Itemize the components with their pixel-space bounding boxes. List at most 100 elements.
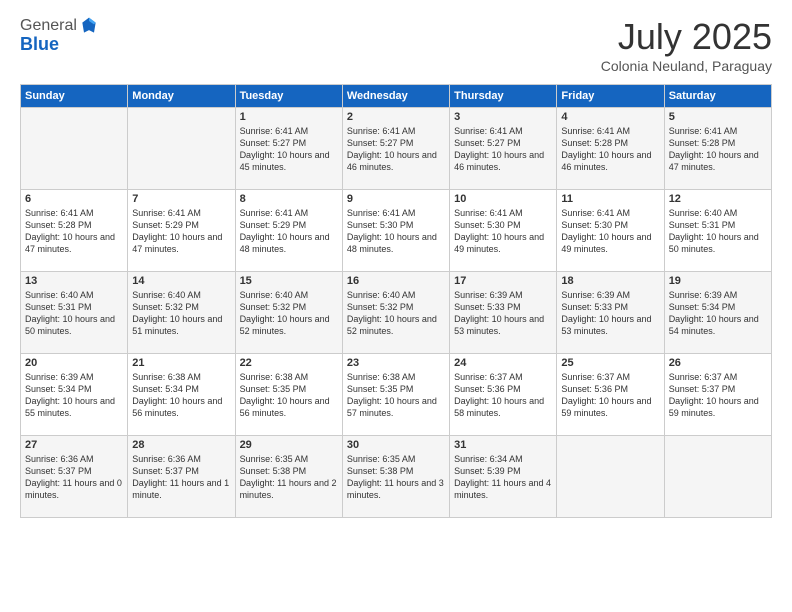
day-number: 13: [25, 275, 123, 287]
cell-text: Sunrise: 6:41 AMSunset: 5:27 PMDaylight:…: [347, 125, 445, 174]
calendar-cell: 20Sunrise: 6:39 AMSunset: 5:34 PMDayligh…: [21, 354, 128, 436]
week-row-3: 13Sunrise: 6:40 AMSunset: 5:31 PMDayligh…: [21, 272, 772, 354]
cell-text: Sunrise: 6:41 AMSunset: 5:30 PMDaylight:…: [454, 207, 552, 256]
calendar-cell: 13Sunrise: 6:40 AMSunset: 5:31 PMDayligh…: [21, 272, 128, 354]
cell-text: Sunrise: 6:35 AMSunset: 5:38 PMDaylight:…: [347, 453, 445, 502]
header: General Blue July 2025 Colonia Neuland, …: [20, 16, 772, 74]
cell-text: Sunrise: 6:41 AMSunset: 5:29 PMDaylight:…: [132, 207, 230, 256]
calendar-cell: 9 Sunrise: 6:41 AMSunset: 5:30 PMDaylight…: [342, 190, 449, 272]
calendar-cell: 22 Sunrise: 6:38 AMSunset: 5:35 PMDayligh…: [235, 354, 342, 436]
calendar-cell: 23 Sunrise: 6:38 AMSunset: 5:35 PMDayligh…: [342, 354, 449, 436]
calendar-cell: 14Sunrise: 6:40 AMSunset: 5:32 PMDayligh…: [128, 272, 235, 354]
calendar-cell: 11 Sunrise: 6:41 AMSunset: 5:30 PMDayligh…: [557, 190, 664, 272]
day-number: 7: [132, 193, 230, 205]
day-number: 11: [561, 193, 659, 205]
page: General Blue July 2025 Colonia Neuland, …: [0, 0, 792, 612]
week-row-2: 6 Sunrise: 6:41 AMSunset: 5:28 PMDaylight…: [21, 190, 772, 272]
calendar-cell: [21, 108, 128, 190]
cell-text: Sunrise: 6:41 AMSunset: 5:29 PMDaylight:…: [240, 207, 338, 256]
calendar-cell: 4Sunrise: 6:41 AMSunset: 5:28 PMDaylight…: [557, 108, 664, 190]
calendar-cell: 27 Sunrise: 6:36 AMSunset: 5:37 PMDayligh…: [21, 436, 128, 518]
logo-blue-text: Blue: [20, 34, 99, 55]
cell-text: Sunrise: 6:40 AMSunset: 5:31 PMDaylight:…: [669, 207, 767, 256]
cell-text: Sunrise: 6:38 AMSunset: 5:35 PMDaylight:…: [347, 371, 445, 420]
day-header-wednesday: Wednesday: [342, 85, 449, 108]
calendar-cell: [128, 108, 235, 190]
logo-general-text: General: [20, 17, 77, 35]
cell-text: Sunrise: 6:36 AMSunset: 5:37 PMDaylight:…: [25, 453, 123, 502]
calendar-cell: 8 Sunrise: 6:41 AMSunset: 5:29 PMDaylight…: [235, 190, 342, 272]
logo: General Blue: [20, 16, 99, 55]
cell-text: Sunrise: 6:41 AMSunset: 5:28 PMDaylight:…: [25, 207, 123, 256]
week-row-4: 20Sunrise: 6:39 AMSunset: 5:34 PMDayligh…: [21, 354, 772, 436]
cell-text: Sunrise: 6:41 AMSunset: 5:30 PMDaylight:…: [347, 207, 445, 256]
day-number: 31: [454, 439, 552, 451]
calendar-cell: 10 Sunrise: 6:41 AMSunset: 5:30 PMDayligh…: [450, 190, 557, 272]
calendar-cell: 17Sunrise: 6:39 AMSunset: 5:33 PMDayligh…: [450, 272, 557, 354]
calendar-cell: 19 Sunrise: 6:39 AMSunset: 5:34 PMDayligh…: [664, 272, 771, 354]
subtitle: Colonia Neuland, Paraguay: [601, 58, 772, 74]
calendar-table: SundayMondayTuesdayWednesdayThursdayFrid…: [20, 84, 772, 518]
day-header-thursday: Thursday: [450, 85, 557, 108]
day-number: 3: [454, 111, 552, 123]
day-header-friday: Friday: [557, 85, 664, 108]
day-number: 16: [347, 275, 445, 287]
day-number: 2: [347, 111, 445, 123]
week-row-5: 27 Sunrise: 6:36 AMSunset: 5:37 PMDayligh…: [21, 436, 772, 518]
day-number: 15: [240, 275, 338, 287]
day-number: 28: [132, 439, 230, 451]
calendar-cell: 30 Sunrise: 6:35 AMSunset: 5:38 PMDayligh…: [342, 436, 449, 518]
day-number: 27: [25, 439, 123, 451]
day-number: 6: [25, 193, 123, 205]
cell-text: Sunrise: 6:39 AMSunset: 5:34 PMDaylight:…: [25, 371, 123, 420]
calendar-cell: [557, 436, 664, 518]
day-number: 8: [240, 193, 338, 205]
cell-text: Sunrise: 6:41 AMSunset: 5:30 PMDaylight:…: [561, 207, 659, 256]
day-number: 5: [669, 111, 767, 123]
calendar-cell: 12 Sunrise: 6:40 AMSunset: 5:31 PMDayligh…: [664, 190, 771, 272]
logo-icon: [79, 16, 99, 36]
calendar-cell: 16 Sunrise: 6:40 AMSunset: 5:32 PMDayligh…: [342, 272, 449, 354]
day-number: 29: [240, 439, 338, 451]
day-header-sunday: Sunday: [21, 85, 128, 108]
day-number: 30: [347, 439, 445, 451]
day-number: 18: [561, 275, 659, 287]
day-number: 10: [454, 193, 552, 205]
cell-text: Sunrise: 6:38 AMSunset: 5:34 PMDaylight:…: [132, 371, 230, 420]
day-number: 24: [454, 357, 552, 369]
cell-text: Sunrise: 6:40 AMSunset: 5:32 PMDaylight:…: [347, 289, 445, 338]
day-number: 23: [347, 357, 445, 369]
day-number: 4: [561, 111, 659, 123]
day-number: 19: [669, 275, 767, 287]
cell-text: Sunrise: 6:37 AMSunset: 5:37 PMDaylight:…: [669, 371, 767, 420]
day-number: 22: [240, 357, 338, 369]
week-row-1: 1 Sunrise: 6:41 AMSunset: 5:27 PMDaylight…: [21, 108, 772, 190]
calendar-cell: 25Sunrise: 6:37 AMSunset: 5:36 PMDayligh…: [557, 354, 664, 436]
cell-text: Sunrise: 6:40 AMSunset: 5:32 PMDaylight:…: [240, 289, 338, 338]
day-number: 21: [132, 357, 230, 369]
day-header-monday: Monday: [128, 85, 235, 108]
calendar-cell: 2 Sunrise: 6:41 AMSunset: 5:27 PMDaylight…: [342, 108, 449, 190]
cell-text: Sunrise: 6:37 AMSunset: 5:36 PMDaylight:…: [454, 371, 552, 420]
calendar-cell: 1Sunrise: 6:41 AMSunset: 5:27 PMDaylight…: [235, 108, 342, 190]
cell-text: Sunrise: 6:38 AMSunset: 5:35 PMDaylight:…: [240, 371, 338, 420]
calendar-cell: 7 Sunrise: 6:41 AMSunset: 5:29 PMDaylight…: [128, 190, 235, 272]
day-number: 12: [669, 193, 767, 205]
calendar-cell: 21 Sunrise: 6:38 AMSunset: 5:34 PMDayligh…: [128, 354, 235, 436]
cell-text: Sunrise: 6:39 AMSunset: 5:34 PMDaylight:…: [669, 289, 767, 338]
calendar-cell: 3Sunrise: 6:41 AMSunset: 5:27 PMDaylight…: [450, 108, 557, 190]
calendar-cell: 18 Sunrise: 6:39 AMSunset: 5:33 PMDayligh…: [557, 272, 664, 354]
day-header-tuesday: Tuesday: [235, 85, 342, 108]
month-title: July 2025: [601, 16, 772, 58]
cell-text: Sunrise: 6:41 AMSunset: 5:28 PMDaylight:…: [669, 125, 767, 174]
calendar-cell: 5 Sunrise: 6:41 AMSunset: 5:28 PMDaylight…: [664, 108, 771, 190]
calendar-cell: 15 Sunrise: 6:40 AMSunset: 5:32 PMDayligh…: [235, 272, 342, 354]
calendar-cell: 26Sunrise: 6:37 AMSunset: 5:37 PMDayligh…: [664, 354, 771, 436]
calendar-cell: 24 Sunrise: 6:37 AMSunset: 5:36 PMDayligh…: [450, 354, 557, 436]
day-number: 25: [561, 357, 659, 369]
day-number: 1: [240, 111, 338, 123]
cell-text: Sunrise: 6:36 AMSunset: 5:37 PMDaylight:…: [132, 453, 230, 502]
day-number: 9: [347, 193, 445, 205]
calendar-cell: 29Sunrise: 6:35 AMSunset: 5:38 PMDayligh…: [235, 436, 342, 518]
cell-text: Sunrise: 6:39 AMSunset: 5:33 PMDaylight:…: [561, 289, 659, 338]
